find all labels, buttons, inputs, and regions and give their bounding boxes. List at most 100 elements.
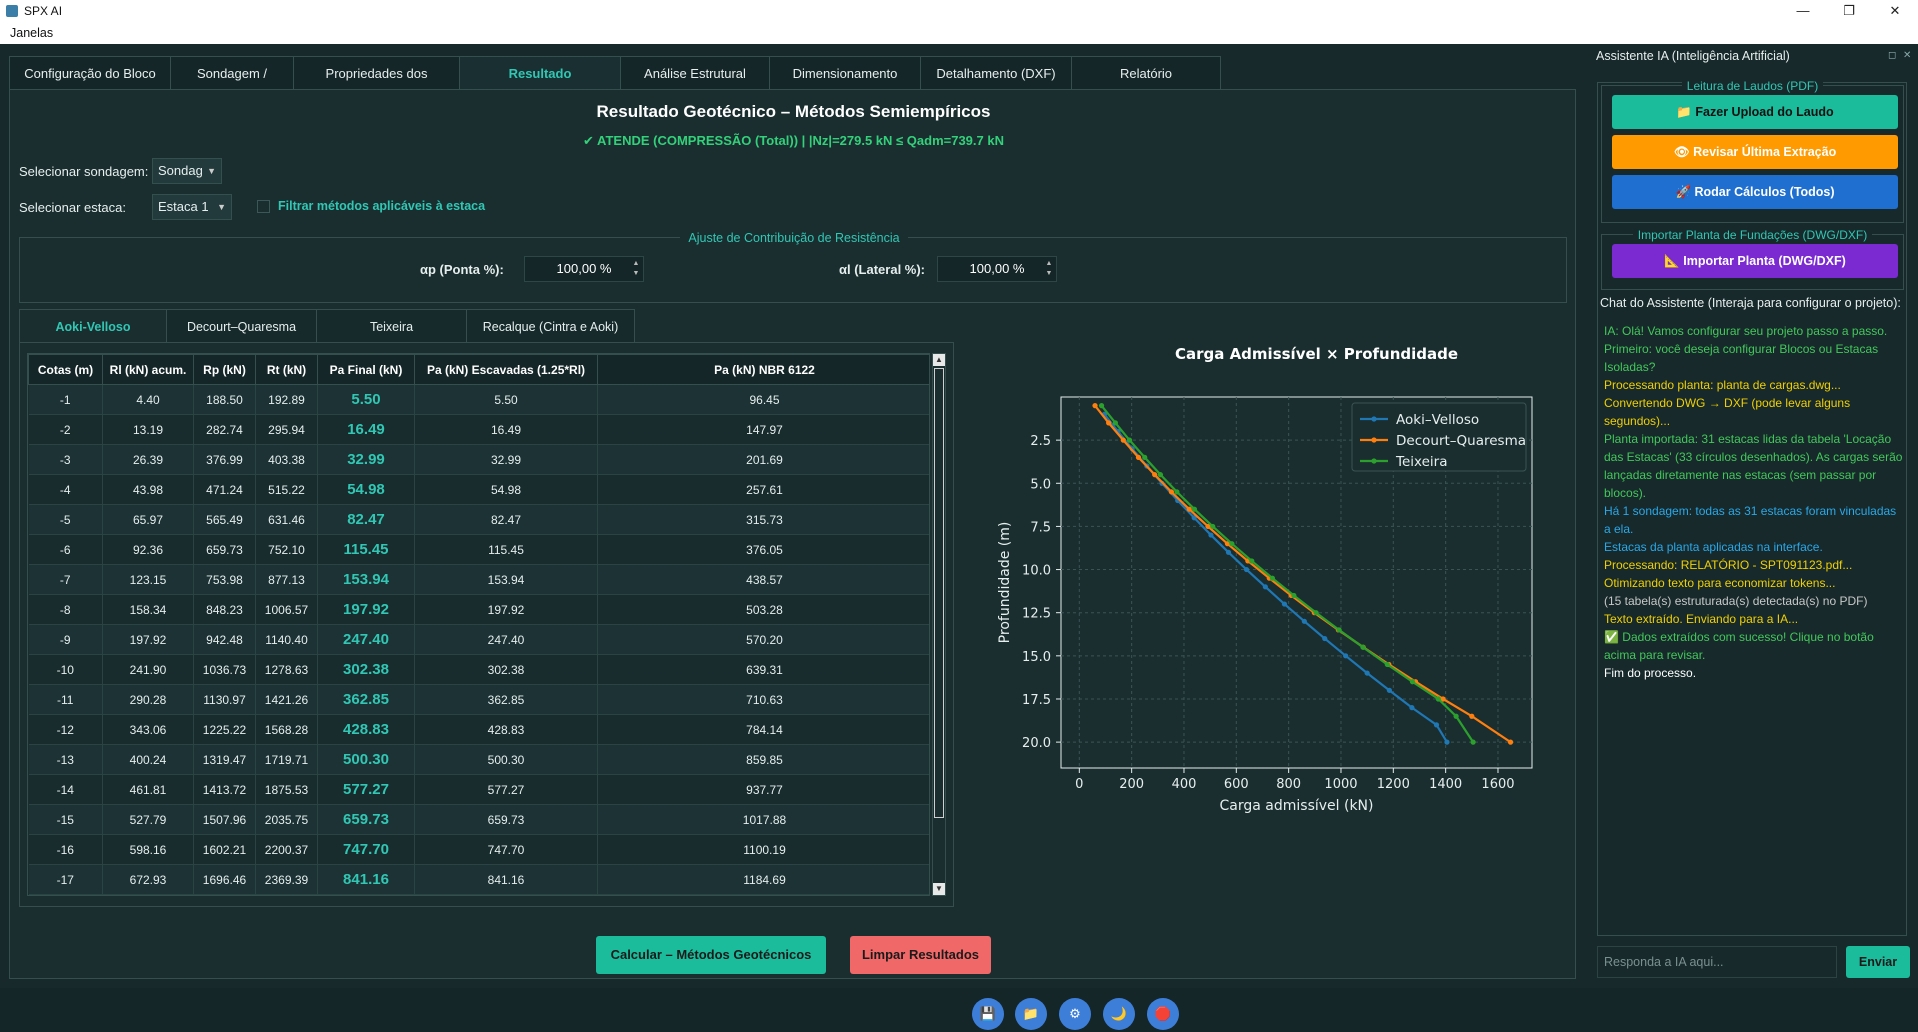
col-header[interactable]: Rt (kN): [255, 354, 318, 385]
table-row[interactable]: -17 672.93 1696.46 2369.39 841.16 841.16 1184.…: [28, 864, 929, 895]
data-point: [1092, 403, 1098, 409]
folder-icon[interactable]: 📁: [1015, 998, 1047, 1030]
col-header[interactable]: Cotas (m): [28, 354, 103, 385]
table-panel: Cotas (m) Rl (kN) acum. Rp (kN) Rt (kN) …: [19, 342, 954, 907]
ai-panel-title: Assistente IA (Inteligência Artificial): [1596, 49, 1790, 63]
chart-svg: Carga Admissível × Profundidade 0 200 400 60…: [997, 345, 1533, 814]
tab-teixeira[interactable]: Teixeira: [316, 309, 467, 343]
table-cell: 1602.21: [193, 834, 256, 865]
table-cell: 32.99: [414, 444, 598, 475]
table-cell: -16: [28, 834, 103, 865]
table-row[interactable]: -5 65.97 565.49 631.46 82.47 82.47 315.73: [28, 504, 929, 535]
tab-dimensionamento[interactable]: Dimensionamento: [769, 56, 921, 90]
table-row[interactable]: -8 158.34 848.23 1006.57 197.92 197.92 503.28: [28, 594, 929, 625]
table-row[interactable]: -4 43.98 471.24 515.22 54.98 54.98 257.61: [28, 474, 929, 505]
minimize-button[interactable]: —: [1780, 0, 1826, 22]
clear-results-button[interactable]: Limpar Resultados: [850, 936, 991, 974]
tab-analise-estrutural[interactable]: Análise Estrutural: [620, 56, 770, 90]
table-cell: 841.16: [317, 864, 415, 895]
stop-icon[interactable]: 🛑: [1147, 998, 1179, 1030]
table-cell: 1006.57: [255, 594, 318, 625]
table-scrollbar[interactable]: ▲ ▼: [932, 353, 946, 896]
float-icon[interactable]: ◻: [1888, 50, 1896, 61]
table-row[interactable]: -16 598.16 1602.21 2200.37 747.70 747.70 1100.…: [28, 834, 929, 865]
sondagem-select[interactable]: Sondag ▼: [152, 158, 222, 184]
col-header[interactable]: Rl (kN) acum.: [102, 354, 194, 385]
table-row[interactable]: -6 92.36 659.73 752.10 115.45 115.45 376.05: [28, 534, 929, 565]
table-row[interactable]: -12 343.06 1225.22 1568.28 428.83 428.83 784.1…: [28, 714, 929, 745]
scroll-down-icon[interactable]: ▼: [933, 883, 945, 895]
chat-message: Planta importada: 31 estacas lidas da ta…: [1604, 432, 1903, 500]
table-row[interactable]: -3 26.39 376.99 403.38 32.99 32.99 201.69: [28, 444, 929, 475]
scroll-up-icon[interactable]: ▲: [933, 354, 945, 366]
table-cell: -18: [28, 894, 103, 895]
table-row[interactable]: -13 400.24 1319.47 1719.71 500.30 500.30 859.8…: [28, 744, 929, 775]
scroll-thumb[interactable]: [934, 368, 944, 818]
chevron-down-icon: ▼: [217, 202, 226, 212]
filter-checkbox[interactable]: [257, 200, 270, 213]
result-panel: Resultado Geotécnico – Métodos Semiempír…: [9, 89, 1576, 979]
gear-icon[interactable]: ⚙: [1059, 998, 1091, 1030]
table-cell: 565.49: [193, 504, 256, 535]
table-row[interactable]: -1 4.40 188.50 192.89 5.50 5.50 96.45: [28, 384, 929, 415]
data-point: [1360, 644, 1366, 650]
estaca-select[interactable]: Estaca 1 ▼: [152, 194, 232, 220]
table-row[interactable]: -9 197.92 942.48 1140.40 247.40 247.40 570.20: [28, 624, 929, 655]
chevron-down-icon: ▼: [207, 166, 216, 176]
y-tick-label: 12.5: [1022, 607, 1051, 622]
table-cell: 197.92: [102, 624, 194, 655]
table-cell: 710.63: [597, 684, 929, 715]
table-cell: 5.50: [414, 384, 598, 415]
table-cell: 1719.71: [255, 744, 318, 775]
table-row[interactable]: -7 123.15 753.98 877.13 153.94 153.94 438.57: [28, 564, 929, 595]
review-extraction-button[interactable]: 👁 Revisar Última Extração: [1612, 135, 1898, 169]
tab-configuracao-bloco[interactable]: Configuração do Bloco: [9, 56, 171, 90]
ponta-spinbox[interactable]: 100,00 % ▲ ▼: [524, 256, 644, 282]
col-header[interactable]: Pa (kN) NBR 6122: [597, 354, 929, 385]
table-cell: 577.27: [414, 774, 598, 805]
moon-icon[interactable]: 🌙: [1103, 998, 1135, 1030]
run-calculations-button[interactable]: 🚀 Rodar Cálculos (Todos): [1612, 175, 1898, 209]
save-icon[interactable]: 💾: [972, 998, 1004, 1030]
y-tick-label: 5.0: [1030, 477, 1051, 492]
table-row[interactable]: -11 290.28 1130.97 1421.26 362.85 362.85 710.6…: [28, 684, 929, 715]
table-cell: 82.47: [317, 504, 415, 535]
x-tick-label: 200: [1119, 777, 1144, 792]
table-row[interactable]: -2 13.19 282.74 295.94 16.49 16.49 147.97: [28, 414, 929, 445]
menu-janelas[interactable]: Janelas: [10, 26, 53, 40]
tab-detalhamento-dxf[interactable]: Detalhamento (DXF): [920, 56, 1072, 90]
tab-resultado-geotecnico[interactable]: Resultado Geotécnico: [459, 56, 621, 115]
table-row[interactable]: -10 241.90 1036.73 1278.63 302.38 302.38 639.3…: [28, 654, 929, 685]
import-plan-button[interactable]: 📐 Importar Planta (DWG/DXF): [1612, 244, 1898, 278]
data-point: [1409, 705, 1415, 711]
table-cell: 428.83: [414, 714, 598, 745]
col-header[interactable]: Pa Final (kN): [317, 354, 415, 385]
y-tick-label: 15.0: [1022, 650, 1051, 665]
tab-sondagem[interactable]: Sondagem / NSPT: [170, 56, 294, 115]
col-header[interactable]: Rp (kN): [193, 354, 256, 385]
spin-arrows-icon[interactable]: ▲ ▼: [1044, 259, 1054, 279]
tab-relatorio[interactable]: Relatório: [1071, 56, 1221, 90]
maximize-button[interactable]: ❐: [1826, 0, 1872, 22]
ponta-value: 100,00 %: [556, 261, 612, 276]
table-row[interactable]: -14 461.81 1413.72 1875.53 577.27 577.27 937.7…: [28, 774, 929, 805]
close-panel-icon[interactable]: ✕: [1903, 50, 1911, 61]
chat-input[interactable]: Responda a IA aqui...: [1597, 946, 1837, 978]
table-cell: 362.85: [317, 684, 415, 715]
col-header[interactable]: Pa (kN) Escavadas (1.25*Rl): [414, 354, 598, 385]
lateral-spinbox[interactable]: 100,00 % ▲ ▼: [937, 256, 1057, 282]
table-row[interactable]: -18752.101790.712542.81940.12940.121271.…: [28, 894, 929, 895]
chat-message: Estacas da planta aplicadas na interface…: [1604, 540, 1823, 554]
send-button[interactable]: Enviar: [1846, 946, 1910, 978]
close-button[interactable]: ✕: [1872, 0, 1918, 22]
calculate-button[interactable]: Calcular – Métodos Geotécnicos: [596, 936, 826, 974]
tab-propriedades-solos[interactable]: Propriedades dos Solos: [293, 56, 460, 115]
table-cell: 747.70: [414, 834, 598, 865]
spin-arrows-icon[interactable]: ▲ ▼: [631, 259, 641, 279]
upload-laudo-button[interactable]: 📁 Fazer Upload do Laudo: [1612, 95, 1898, 129]
tab-decourt-quaresma[interactable]: Decourt–Quaresma: [166, 309, 317, 343]
tab-aoki-velloso[interactable]: Aoki-Velloso: [19, 309, 167, 343]
table-row[interactable]: -15 527.79 1507.96 2035.75 659.73 659.73 1017.…: [28, 804, 929, 835]
chat-message: Fim do processo.: [1604, 666, 1697, 680]
tab-recalque[interactable]: Recalque (Cintra e Aoki): [466, 309, 635, 343]
